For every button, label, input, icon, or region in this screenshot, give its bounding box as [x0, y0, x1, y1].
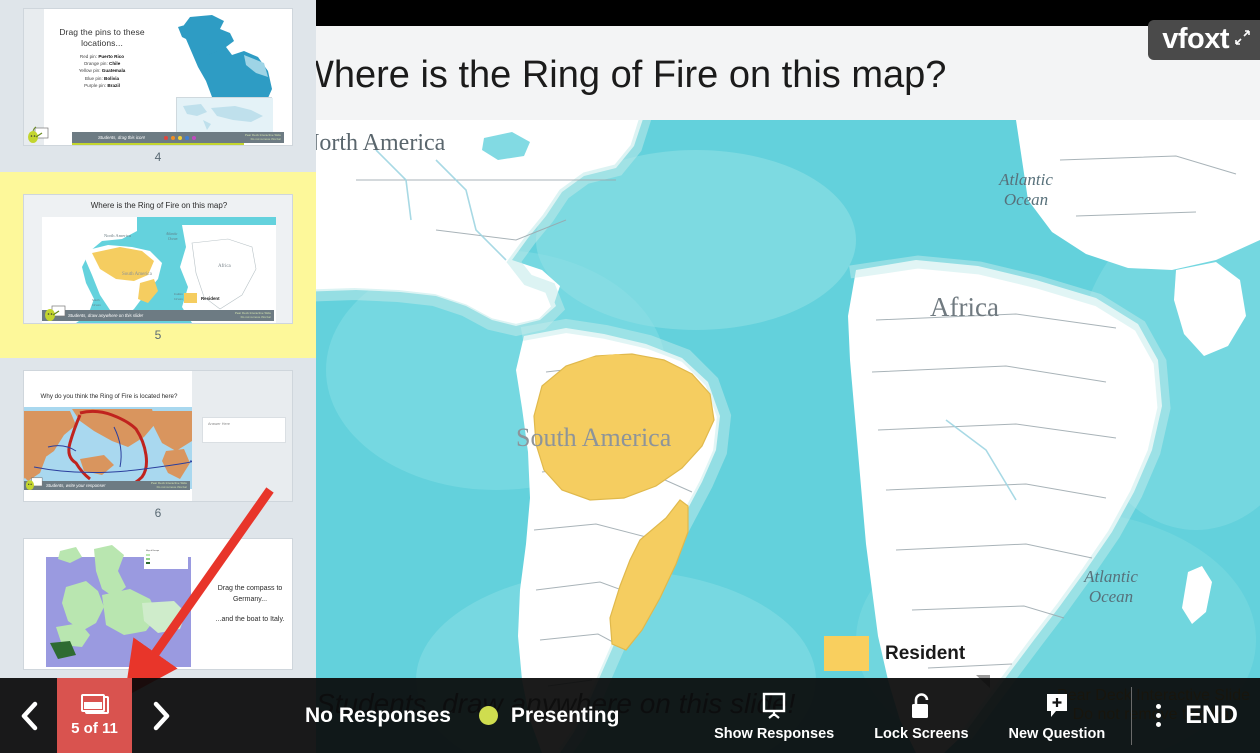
unlocked-padlock-icon: [909, 690, 933, 720]
slide-6-title: Why do you think the Ring of Fire is loc…: [40, 393, 178, 400]
thumbnail-5[interactable]: Where is the Ring of Fire on this map? N…: [23, 194, 293, 324]
slide-4-number: 4: [154, 150, 162, 164]
presenting-status-dot: [478, 706, 498, 725]
pear-deck-mascot-icon: [25, 477, 43, 491]
add-question-bubble-icon: [1044, 690, 1070, 720]
lock-screens-label: Lock Screens: [874, 725, 969, 742]
svg-text:Atlantic: Atlantic: [165, 232, 178, 236]
slide-nav-group: 5 of 11: [0, 678, 189, 753]
vfoxt-label: vfoxt: [1162, 23, 1229, 55]
next-slide-button[interactable]: [132, 678, 189, 753]
slide-5-pear-deck-bar: Students, draw anywhere on this slide! P…: [42, 310, 274, 321]
slide-7-instructions: Drag the compass to Germany... ...and th…: [215, 585, 285, 623]
no-responses-label: No Responses: [305, 703, 451, 727]
map-label-north-america: North America: [316, 130, 446, 156]
previous-slide-button[interactable]: [0, 678, 57, 753]
slide-map[interactable]: North America South America Africa Atlan…: [316, 120, 1260, 753]
map-label-atlantic-south: Atlantic Ocean: [1084, 567, 1138, 606]
thumbnail-6[interactable]: Why do you think the Ring of Fire is loc…: [23, 370, 293, 502]
slide-4-inset-map: [176, 97, 273, 136]
slide-7-map: Map of Europe: [46, 543, 191, 667]
slide-4-pin-list: Red pin: Puerto Rico Orange pin: Chile Y…: [78, 54, 126, 88]
end-session-button[interactable]: END: [1179, 701, 1260, 730]
map-legend: Resident: [824, 636, 965, 671]
svg-text:Ocean: Ocean: [92, 303, 101, 307]
toolbar-actions: Show Responses Lock Screens New Question…: [694, 678, 1260, 753]
projector-screen-icon: [761, 690, 787, 720]
slide-4-title: Drag the pins to these locations...: [59, 27, 145, 48]
top-letterbox-bar: [316, 0, 1260, 26]
sidebar-slide-6[interactable]: Why do you think the Ring of Fire is loc…: [0, 358, 316, 528]
slide-6-map: [24, 407, 192, 489]
slide-counter-button[interactable]: 5 of 11: [57, 678, 132, 753]
svg-text:Map of Europe: Map of Europe: [146, 550, 160, 552]
thumbnail-7[interactable]: Map of Europe Drag the compass to German…: [23, 538, 293, 670]
slide-5-title: Where is the Ring of Fire on this map?: [90, 201, 228, 210]
sidebar-slide-4[interactable]: Drag the pins to these locations... Red …: [0, 0, 316, 172]
svg-text:Ocean: Ocean: [174, 297, 183, 301]
session-status-group: No Responses Presenting: [305, 678, 619, 753]
slide-thumbnail-sidebar[interactable]: Drag the pins to these locations... Red …: [0, 0, 316, 753]
map-label-africa: Africa: [930, 292, 999, 322]
lock-screens-button[interactable]: Lock Screens: [854, 690, 988, 742]
svg-text:South: South: [92, 298, 100, 302]
new-question-label: New Question: [1008, 725, 1106, 742]
show-responses-label: Show Responses: [714, 725, 835, 742]
pear-deck-mascot-icon: [28, 126, 49, 143]
kebab-menu-icon[interactable]: [1138, 704, 1179, 727]
pear-deck-mascot-icon: [45, 305, 66, 321]
new-question-button[interactable]: New Question: [989, 690, 1126, 742]
slide-5-map: North America South America Africa Atlan…: [42, 217, 276, 323]
vfoxt-watermark[interactable]: vfoxt: [1148, 20, 1260, 60]
slide-6-number: 6: [154, 506, 162, 520]
presenter-toolbar: 5 of 11 No Responses Presenting Show Res…: [0, 678, 1260, 753]
svg-text:North America: North America: [104, 233, 131, 238]
slide-6-pear-deck-bar: Students, write your response! Pear Deck…: [24, 481, 190, 490]
map-label-south-america: South America: [516, 423, 672, 452]
current-slide-stage: Where is the Ring of Fire on this map? N…: [316, 0, 1260, 753]
slide-title: Where is the Ring of Fire on this map?: [316, 54, 947, 96]
legend-label-resident: Resident: [885, 642, 966, 664]
svg-text:Ocean: Ocean: [168, 237, 178, 241]
slides-stack-icon: [80, 694, 109, 715]
sidebar-slide-5[interactable]: Where is the Ring of Fire on this map? N…: [0, 172, 316, 358]
toolbar-divider: [1131, 686, 1133, 745]
slide-4-pear-deck-bar: Students, drag this icon! Pear Deck Inte…: [72, 132, 284, 143]
svg-text:South America: South America: [122, 272, 153, 277]
slide-counter-label: 5 of 11: [71, 720, 118, 737]
svg-text:Africa: Africa: [218, 264, 232, 269]
thumbnail-4[interactable]: Drag the pins to these locations... Red …: [23, 8, 293, 146]
slide-6-answer-box[interactable]: Answer Here: [202, 417, 286, 443]
legend-swatch-resident: [824, 636, 869, 671]
presenter-view: Drag the pins to these locations... Red …: [0, 0, 1260, 753]
map-label-atlantic-north: Atlantic Ocean: [999, 170, 1053, 209]
world-map-graphic: North America South America Africa: [316, 120, 1260, 753]
expand-arrows-icon[interactable]: [1235, 30, 1250, 48]
svg-text:Indian: Indian: [173, 292, 183, 296]
presenting-status: Presenting: [478, 704, 619, 728]
sidebar-slide-7[interactable]: Map of Europe Drag the compass to German…: [0, 528, 316, 688]
slide-5-number: 5: [154, 328, 162, 342]
show-responses-button[interactable]: Show Responses: [694, 690, 854, 742]
